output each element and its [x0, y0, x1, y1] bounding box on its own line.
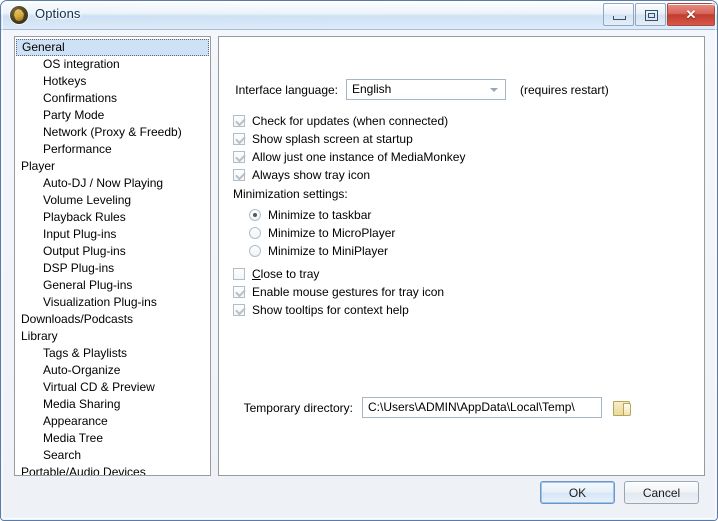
dialog-body: General OS integration Hotkeys Confirmation…: [1, 30, 717, 520]
sidebar-item-input-plug-ins[interactable]: Input Plug-ins: [15, 226, 210, 243]
sidebar-item-auto-dj-now-playing[interactable]: Auto-DJ / Now Playing: [15, 175, 210, 192]
sidebar-item-tags-playlists[interactable]: Tags & Playlists: [15, 345, 210, 362]
checkbox-label: Always show tray icon: [252, 168, 371, 182]
restore-icon: [645, 10, 658, 21]
checkbox-icon: [233, 169, 245, 181]
sidebar-item-general[interactable]: General: [16, 39, 209, 56]
chevron-down-icon: [490, 88, 498, 92]
title-bar: Options ✕: [1, 1, 717, 30]
radio-icon: [249, 209, 261, 221]
sidebar-item-auto-organize[interactable]: Auto-Organize: [15, 362, 210, 379]
radio-label: Minimize to taskbar: [268, 208, 372, 222]
checkbox-allow-just-one-instance-of-mediamonkey[interactable]: Allow just one instance of MediaMonkey: [233, 148, 465, 166]
sidebar-item-confirmations[interactable]: Confirmations: [15, 90, 210, 107]
radio-minimize-to-taskbar[interactable]: Minimize to taskbar: [249, 206, 371, 224]
requires-restart-note: (requires restart): [520, 82, 609, 97]
radio-label: Minimize to MicroPlayer: [268, 226, 396, 240]
interface-language-value: English: [352, 82, 392, 96]
ok-button[interactable]: OK: [540, 481, 615, 504]
checkbox-always-show-tray-icon[interactable]: Always show tray icon: [233, 166, 370, 184]
checkbox-icon: [233, 115, 245, 127]
close-icon: ✕: [685, 7, 697, 22]
window-controls: ✕: [603, 3, 715, 26]
sidebar-item-output-plug-ins[interactable]: Output Plug-ins: [15, 243, 210, 260]
restore-button[interactable]: [635, 3, 666, 26]
sidebar-item-hotkeys[interactable]: Hotkeys: [15, 73, 210, 90]
checkbox-label: Enable mouse gestures for tray icon: [252, 285, 445, 299]
checkbox-label: Show tooltips for context help: [252, 303, 409, 317]
checkbox-check-for-updates-when-connected[interactable]: Check for updates (when connected): [233, 112, 448, 130]
general-settings-panel: Interface language: English (requires re…: [218, 36, 705, 476]
close-button[interactable]: ✕: [667, 3, 715, 26]
checkbox-enable-mouse-gestures-for-tray-icon[interactable]: Enable mouse gestures for tray icon: [233, 283, 444, 301]
interface-language-row: Interface language: English (requires re…: [233, 79, 609, 100]
checkbox-icon: [233, 286, 245, 298]
minimize-icon: [613, 16, 626, 20]
checkbox-icon: [233, 133, 245, 145]
folder-icon[interactable]: [613, 399, 631, 416]
radio-icon: [249, 227, 261, 239]
sidebar-item-virtual-cd-preview[interactable]: Virtual CD & Preview: [15, 379, 210, 396]
checkbox-close-to-tray[interactable]: Close to tray: [233, 265, 319, 283]
sidebar-item-search[interactable]: Search: [15, 447, 210, 464]
sidebar-item-player[interactable]: Player: [15, 158, 210, 175]
tree-list: General OS integration Hotkeys Confirmation…: [15, 37, 210, 475]
sidebar-item-appearance[interactable]: Appearance: [15, 413, 210, 430]
radio-minimize-to-miniplayer[interactable]: Minimize to MiniPlayer: [249, 242, 388, 260]
sidebar-item-portable-audio-devices[interactable]: Portable/Audio Devices: [15, 464, 210, 475]
interface-language-label: Interface language:: [235, 82, 338, 97]
sidebar-item-general-plug-ins[interactable]: General Plug-ins: [15, 277, 210, 294]
checkbox-icon: [233, 268, 245, 280]
sidebar-item-downloads-podcasts[interactable]: Downloads/Podcasts: [15, 311, 210, 328]
checkbox-label: Close to tray: [252, 267, 320, 281]
temporary-directory-input[interactable]: C:\Users\ADMIN\AppData\Local\Temp\: [362, 397, 602, 418]
radio-icon: [249, 245, 261, 257]
checkbox-label: Allow just one instance of MediaMonkey: [252, 150, 466, 164]
sidebar-item-network-proxy-freedb[interactable]: Network (Proxy & Freedb): [15, 124, 210, 141]
checkbox-show-splash-screen-at-startup[interactable]: Show splash screen at startup: [233, 130, 413, 148]
window-title: Options: [35, 6, 81, 21]
checkbox-show-tooltips-for-context-help[interactable]: Show tooltips for context help: [233, 301, 409, 319]
temporary-directory-row: Temporary directory: C:\Users\ADMIN\AppD…: [227, 397, 631, 418]
checkbox-label: Check for updates (when connected): [252, 114, 449, 128]
mediamonkey-icon: [10, 6, 28, 24]
radio-minimize-to-microplayer[interactable]: Minimize to MicroPlayer: [249, 224, 395, 242]
sidebar-item-os-integration[interactable]: OS integration: [15, 56, 210, 73]
sidebar-item-performance[interactable]: Performance: [15, 141, 210, 158]
sidebar-item-dsp-plug-ins[interactable]: DSP Plug-ins: [15, 260, 210, 277]
sidebar-item-library[interactable]: Library: [15, 328, 210, 345]
radio-label: Minimize to MiniPlayer: [268, 244, 389, 258]
interface-language-select[interactable]: English: [346, 79, 506, 100]
checkbox-icon: [233, 304, 245, 316]
minimize-button[interactable]: [603, 3, 634, 26]
temporary-directory-label: Temporary directory:: [243, 400, 353, 415]
sidebar-item-party-mode[interactable]: Party Mode: [15, 107, 210, 124]
minimization-settings-label: Minimization settings:: [233, 187, 348, 201]
sidebar-item-volume-leveling[interactable]: Volume Leveling: [15, 192, 210, 209]
checkbox-label: Show splash screen at startup: [252, 132, 413, 146]
sidebar-item-playback-rules[interactable]: Playback Rules: [15, 209, 210, 226]
sidebar-item-visualization-plug-ins[interactable]: Visualization Plug-ins: [15, 294, 210, 311]
settings-category-tree[interactable]: General OS integration Hotkeys Confirmation…: [14, 36, 211, 476]
options-dialog-window: Options ✕ General OS integration Hotkeys Co…: [0, 0, 718, 521]
cancel-button[interactable]: Cancel: [624, 481, 699, 504]
sidebar-item-media-sharing[interactable]: Media Sharing: [15, 396, 210, 413]
sidebar-item-media-tree[interactable]: Media Tree: [15, 430, 210, 447]
checkbox-icon: [233, 151, 245, 163]
